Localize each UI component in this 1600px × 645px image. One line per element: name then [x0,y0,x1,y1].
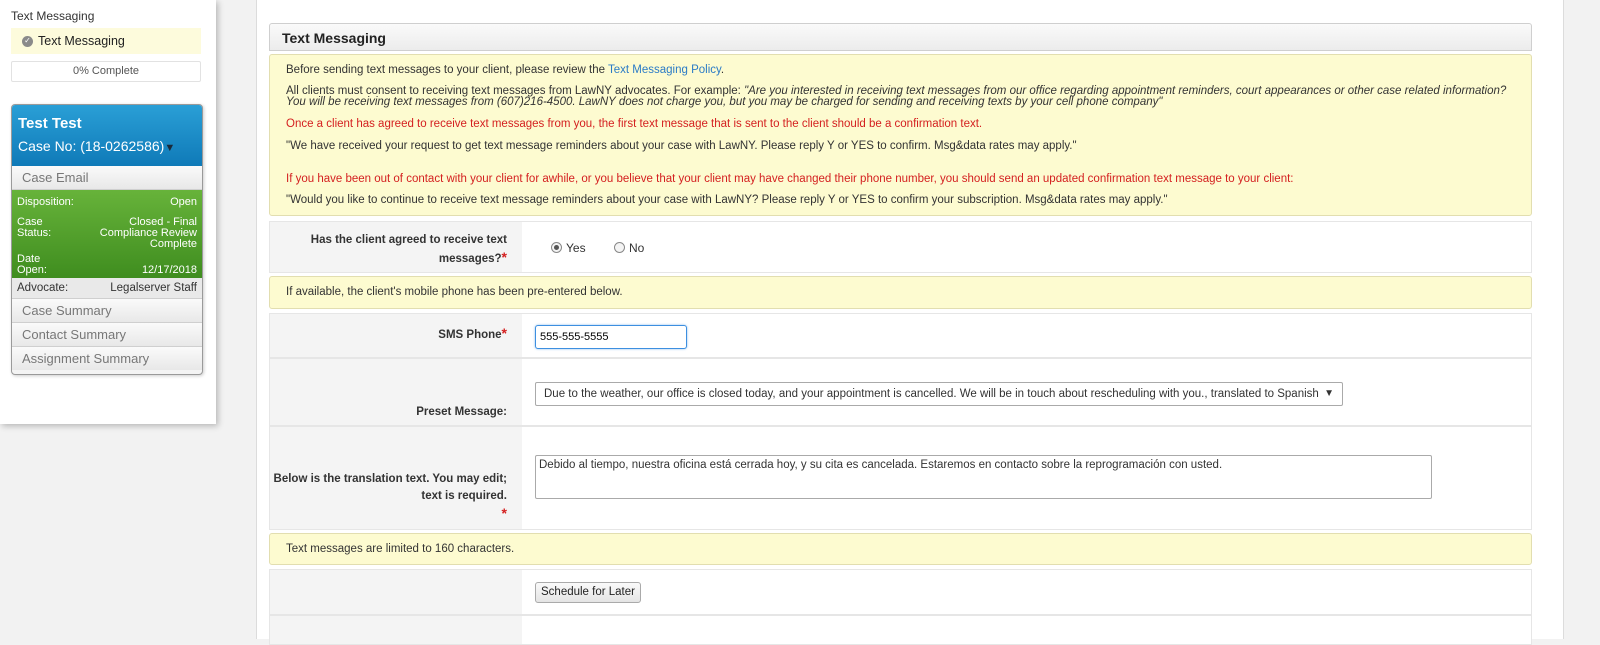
caret-down-icon[interactable]: ▼ [164,142,175,154]
contact-summary-link[interactable]: Contact Summary [12,323,202,347]
translation-textarea[interactable]: Debido al tiempo, nuestra oficina está c… [535,455,1432,499]
schedule-for-later-button[interactable]: Schedule for Later [535,582,641,603]
panel-title: Text Messaging [269,23,1532,51]
advocate-row: Advocate: Legalserver Staff [12,278,202,299]
sms-phone-row: SMS Phone* [269,313,1532,358]
case-status-label: Case Status: [17,216,52,239]
schedule-row: Schedule for Later [269,569,1532,615]
phone-notice: If available, the client's mobile phone … [269,276,1532,309]
client-name: Test Test [18,115,82,132]
sidebar-step-label: Text Messaging [38,34,125,48]
radio-yes[interactable] [551,242,562,254]
advocate-value: Legalserver Staff [110,282,197,294]
translation-label: Below is the translation text. You may e… [273,473,507,521]
main-panel: Text Messaging Before sending text messa… [256,0,1564,645]
required-marker: * [501,325,507,341]
preset-message-row: Preset Message: Due to the weather, our … [269,358,1532,426]
preset-message-select[interactable]: Due to the weather, our office is closed… [535,382,1343,406]
next-row [269,615,1532,645]
preset-message-selected: Due to the weather, our office is closed… [544,388,1319,400]
text-messaging-policy-link[interactable]: Text Messaging Policy [608,64,721,76]
preset-message-label: Preset Message: [416,406,507,418]
case-card-header[interactable]: Test Test Case No: (18-0262586)▼ [12,105,202,166]
sms-phone-label: SMS Phone* [438,325,507,341]
agreed-yes-option[interactable]: Yes [551,240,586,255]
sidebar-section-title: Text Messaging [11,9,95,23]
required-marker: * [501,505,507,521]
required-marker: * [501,249,507,265]
radio-yes-label: Yes [566,240,586,255]
progress-indicator: 0% Complete [11,61,201,82]
case-summary-link[interactable]: Case Summary [12,299,202,323]
date-open-label: Date Open: [17,253,47,276]
sidebar-step-text-messaging[interactable]: ✓ Text Messaging [11,28,201,54]
disposition-label: Disposition: [17,196,74,208]
translation-row: Below is the translation text. You may e… [269,426,1532,530]
radio-no[interactable] [614,242,625,254]
case-number: Case No: (18-0262586) [18,138,165,154]
policy-notice: Before sending text messages to your cli… [269,54,1532,216]
update-instruction: If you have been out of contact with you… [286,173,1294,185]
consent-paragraph: All clients must consent to receiving te… [286,85,1507,108]
case-status-value: Closed - Final Compliance Review Complet… [99,216,197,250]
confirmation-instruction: Once a client has agreed to receive text… [286,118,983,130]
disposition-value: Open [170,196,197,208]
agreed-no-option[interactable]: No [614,240,644,255]
case-email-link[interactable]: Case Email [12,166,202,190]
dropdown-arrow-icon: ▼ [1324,388,1334,399]
date-open-value: 12/17/2018 [141,264,197,276]
policy-intro: Before sending text messages to your cli… [286,64,725,76]
update-quote: "Would you like to continue to receive t… [286,194,1168,206]
agreed-label: Has the client agreed to receive text me… [310,234,507,265]
case-status-block: Disposition: Open Case Status: Closed - … [12,190,202,278]
advocate-label: Advocate: [17,282,69,294]
case-card: Test Test Case No: (18-0262586)▼ Case Em… [11,104,203,375]
radio-no-label: No [629,240,645,255]
sms-phone-input[interactable] [535,325,687,349]
confirmation-quote: "We have received your request to get te… [286,140,1077,152]
check-icon: ✓ [22,35,33,47]
character-limit-notice: Text messages are limited to 160 charact… [269,533,1532,565]
assignment-summary-link[interactable]: Assignment Summary [12,347,202,370]
agreed-row: Has the client agreed to receive text me… [269,221,1532,273]
left-sidebar: Text Messaging ✓ Text Messaging 0% Compl… [0,0,216,424]
